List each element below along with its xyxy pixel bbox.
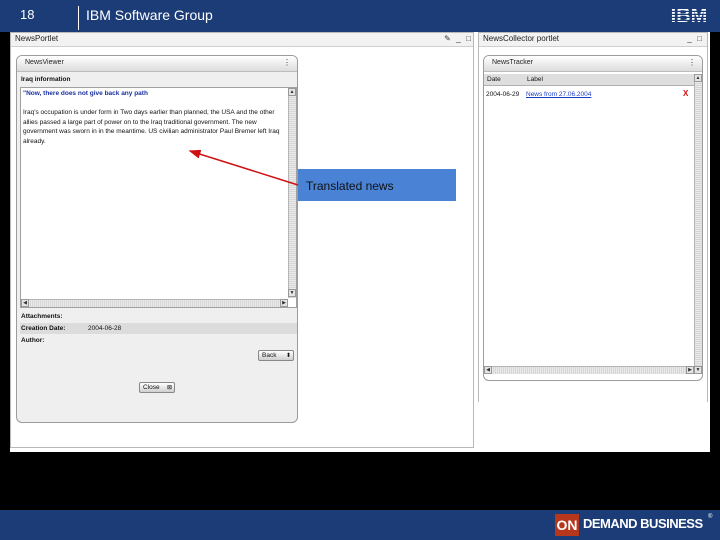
scroll-left-icon[interactable]: ◀ xyxy=(484,366,492,374)
ibm-logo-text: IBM xyxy=(671,5,708,27)
column-header-label[interactable]: Label xyxy=(527,76,543,83)
x-icon[interactable]: X xyxy=(683,89,688,98)
section-label: Iraq information xyxy=(21,76,71,83)
scroll-down-icon[interactable]: ▼ xyxy=(694,366,702,374)
scroll-down-icon[interactable]: ▼ xyxy=(288,289,296,297)
news-portlet: NewsPortlet ✎ _ □ NewsViewer ⋮ Iraq info… xyxy=(10,32,474,448)
slide-number: 18 xyxy=(20,7,35,22)
author-label: Author: xyxy=(21,337,45,344)
news-textbox[interactable]: "Now, there does not give back any path … xyxy=(20,87,297,308)
close-button-label: Close xyxy=(143,384,160,391)
column-header-date[interactable]: Date xyxy=(487,76,501,83)
spinner-icon: ⬍ xyxy=(285,353,291,359)
news-tracker: NewsTracker ⋮ Date Label 2004-06-29 News… xyxy=(483,55,703,381)
back-button[interactable]: Back ⬍ xyxy=(258,350,294,361)
translated-news-callout: Translated news xyxy=(298,169,456,201)
on-demand-logo-text: DEMAND BUSINESS xyxy=(583,516,703,531)
news-collector-portlet: NewsCollector portlet _ □ NewsTracker ⋮ … xyxy=(478,32,708,402)
pencil-icon[interactable]: ✎ xyxy=(443,34,452,44)
news-headline: "Now, there does not give back any path xyxy=(23,90,148,97)
vertical-dots-icon[interactable]: ⋮ xyxy=(688,58,696,67)
vertical-scrollbar[interactable] xyxy=(288,88,296,298)
news-collector-titlebar: NewsCollector portlet _ □ xyxy=(479,33,707,47)
table-header: Date Label xyxy=(484,74,694,86)
trademark-mark: ® xyxy=(708,514,713,520)
maximize-icon[interactable]: □ xyxy=(464,34,473,44)
row-news-link[interactable]: News from 27.06.2004 xyxy=(526,91,591,98)
creation-date-row: Creation Date: 2004-06-28 xyxy=(20,323,297,334)
attachments-label: Attachments: xyxy=(21,313,63,320)
creation-date-label: Creation Date: xyxy=(21,325,66,332)
row-date: 2004-06-29 xyxy=(486,91,520,98)
news-portlet-title: NewsPortlet xyxy=(15,34,59,43)
back-button-label: Back xyxy=(262,352,277,359)
portal-screenshot: NewsPortlet ✎ _ □ NewsViewer ⋮ Iraq info… xyxy=(10,32,710,452)
minimize-icon[interactable]: _ xyxy=(454,34,463,44)
close-button[interactable]: Close ⊠ xyxy=(139,382,175,393)
creation-date-value: 2004-06-28 xyxy=(88,325,122,332)
ibm-logo: IBM xyxy=(671,5,708,27)
minimize-icon[interactable]: _ xyxy=(685,34,694,44)
news-portlet-titlebar: NewsPortlet ✎ _ □ xyxy=(11,33,473,47)
news-tracker-titlebar: NewsTracker ⋮ xyxy=(484,56,702,72)
callout-text: Translated news xyxy=(306,179,394,193)
news-viewer: NewsViewer ⋮ Iraq information "Now, ther… xyxy=(16,55,298,423)
news-viewer-title: NewsViewer xyxy=(25,59,64,66)
scroll-right-icon[interactable]: ▶ xyxy=(280,299,288,307)
horizontal-scrollbar[interactable] xyxy=(21,299,288,307)
news-collector-title: NewsCollector portlet xyxy=(483,34,560,43)
vertical-scrollbar[interactable] xyxy=(694,74,702,374)
scroll-up-icon[interactable]: ▲ xyxy=(694,74,702,82)
horizontal-scrollbar[interactable] xyxy=(484,366,694,374)
vertical-dots-icon[interactable]: ⋮ xyxy=(283,58,291,67)
scroll-up-icon[interactable]: ▲ xyxy=(288,88,296,96)
slide-group-title: IBM Software Group xyxy=(86,7,213,23)
close-box-icon: ⊠ xyxy=(166,385,172,391)
slide-header: 18 IBM Software Group IBM xyxy=(0,0,720,32)
news-body: Iraq's occupation is under form in Two d… xyxy=(23,109,280,145)
scroll-right-icon[interactable]: ▶ xyxy=(686,366,694,374)
news-tracker-title: NewsTracker xyxy=(492,59,533,66)
on-demand-logo-box: ON xyxy=(555,514,579,536)
table-row: 2004-06-29 News from 27.06.2004 X xyxy=(484,89,694,101)
header-divider xyxy=(78,6,79,30)
news-viewer-titlebar: NewsViewer ⋮ xyxy=(17,56,297,72)
maximize-icon[interactable]: □ xyxy=(695,34,704,44)
scroll-left-icon[interactable]: ◀ xyxy=(21,299,29,307)
